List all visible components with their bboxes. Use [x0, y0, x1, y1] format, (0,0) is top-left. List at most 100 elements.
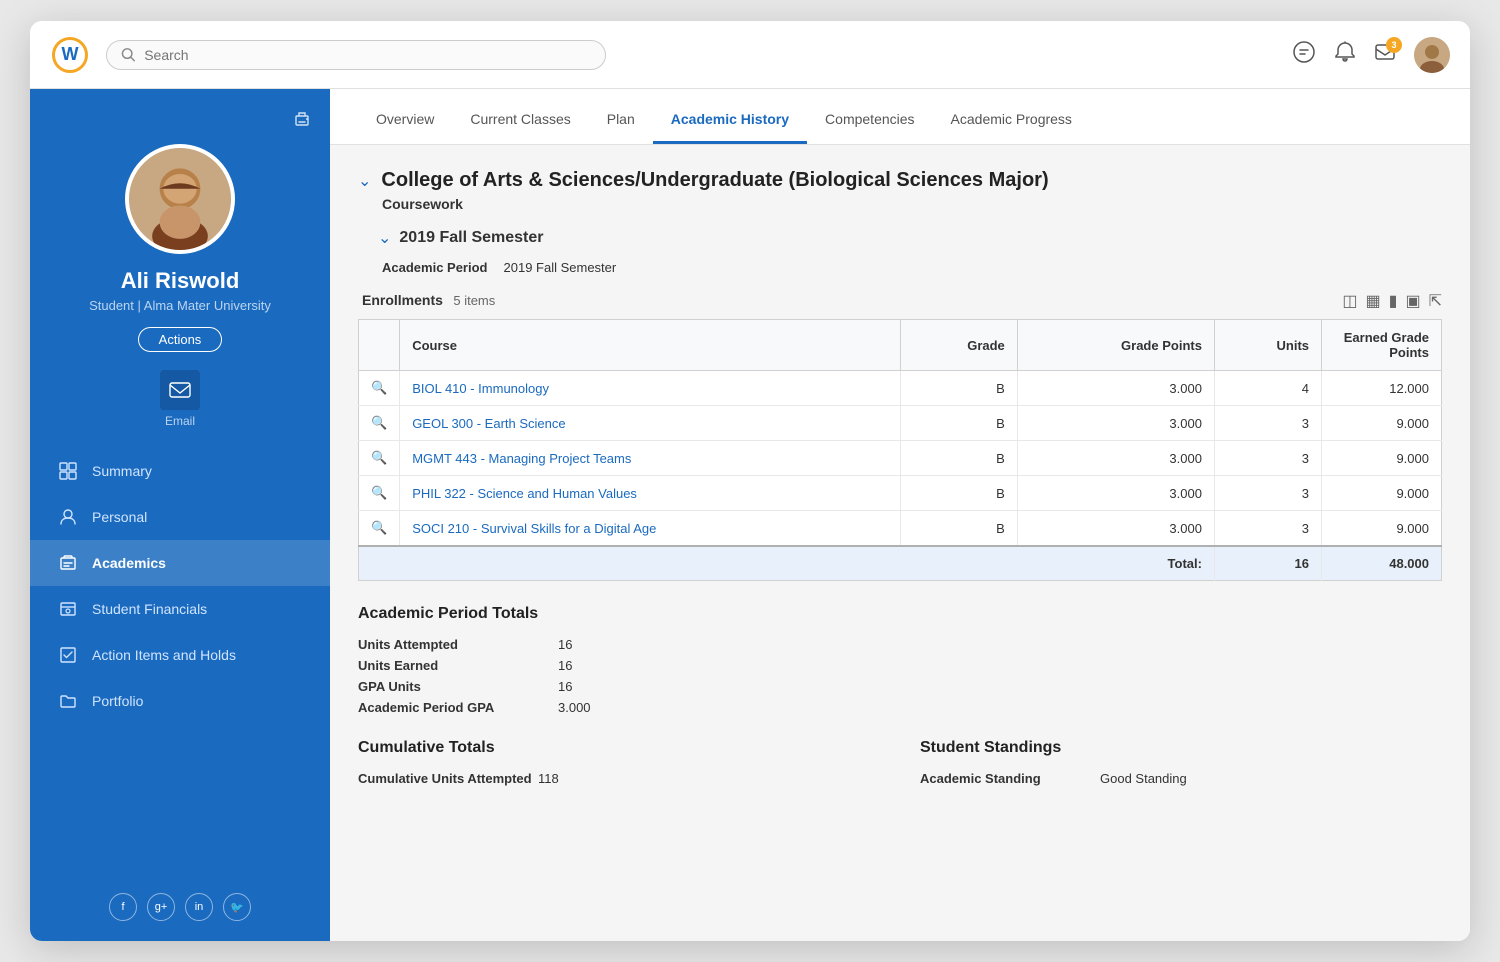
chart-icon[interactable]: ▮ [1389, 291, 1398, 311]
row-search-icon[interactable]: 🔍 [359, 441, 400, 476]
grid-icon [58, 461, 78, 481]
semester-header: ⌄ 2019 Fall Semester [378, 228, 1442, 248]
academics-icon [58, 553, 78, 573]
row-course[interactable]: PHIL 322 - Science and Human Values [400, 476, 901, 511]
enrollments-table: Course Grade Grade Points Units Earned G… [358, 319, 1442, 581]
row-grade: B [901, 441, 1017, 476]
fullscreen-icon[interactable]: ⇱ [1429, 291, 1442, 311]
enrollments-label: Enrollments [362, 292, 443, 308]
chevron-down-icon[interactable]: ⌄ [358, 171, 371, 191]
search-bar[interactable] [106, 40, 606, 70]
enrollments-header: Enrollments 5 items ◫ ▦ ▮ ▣ ⇱ [362, 291, 1442, 311]
cumulative-totals-section: Cumulative Totals Cumulative Units Attem… [358, 739, 880, 786]
th-course: Course [400, 320, 901, 371]
th-search [359, 320, 400, 371]
tab-overview[interactable]: Overview [358, 111, 452, 144]
search-icon [121, 47, 136, 63]
email-icon [160, 370, 200, 410]
row-grade-points: 3.000 [1017, 441, 1214, 476]
tab-academic-progress[interactable]: Academic Progress [933, 111, 1090, 144]
tab-academic-history[interactable]: Academic History [653, 111, 807, 144]
google-plus-icon[interactable]: g+ [147, 893, 175, 921]
sidebar-item-portfolio[interactable]: Portfolio [30, 678, 330, 724]
twitter-icon[interactable]: 🐦 [223, 893, 251, 921]
academic-period-label: Academic Period [382, 260, 488, 275]
row-grade: B [901, 511, 1017, 547]
enrollments-count: 5 items [453, 293, 495, 308]
row-course[interactable]: GEOL 300 - Earth Science [400, 406, 901, 441]
student-standings-section: Student Standings Academic StandingGood … [920, 739, 1442, 786]
sidebar-item-financials-label: Student Financials [92, 601, 207, 617]
chat-button[interactable] [1292, 40, 1316, 69]
total-earned-grade-points: 48.000 [1322, 546, 1442, 581]
row-grade-points: 3.000 [1017, 371, 1214, 406]
row-course[interactable]: SOCI 210 - Survival Skills for a Digital… [400, 511, 901, 547]
body: Ali Riswold Student | Alma Mater Univers… [30, 89, 1470, 941]
linkedin-icon[interactable]: in [185, 893, 213, 921]
search-input[interactable] [144, 47, 591, 63]
row-course[interactable]: BIOL 410 - Immunology [400, 371, 901, 406]
sidebar-item-action-items[interactable]: Action Items and Holds [30, 632, 330, 678]
inbox-button[interactable]: 3 [1374, 41, 1396, 68]
row-units: 4 [1214, 371, 1321, 406]
row-search-icon[interactable]: 🔍 [359, 476, 400, 511]
table-actions: ◫ ▦ ▮ ▣ ⇱ [1342, 291, 1442, 311]
sidebar-footer: f g+ in 🐦 [89, 873, 271, 941]
table-row: 🔍 GEOL 300 - Earth Science B 3.000 3 9.0… [359, 406, 1442, 441]
totals-key: GPA Units [358, 679, 558, 694]
totals-title: Academic Period Totals [358, 605, 1442, 623]
email-button[interactable]: Email [160, 370, 200, 428]
row-search-icon[interactable]: 🔍 [359, 511, 400, 547]
row-grade: B [901, 406, 1017, 441]
sidebar-item-summary[interactable]: Summary [30, 448, 330, 494]
row-units: 3 [1214, 476, 1321, 511]
semester-chevron-icon[interactable]: ⌄ [378, 228, 391, 248]
sidebar-item-summary-label: Summary [92, 463, 152, 479]
print-button[interactable] [292, 109, 312, 134]
row-earned-grade-points: 9.000 [1322, 406, 1442, 441]
person-icon [58, 507, 78, 527]
table-header-row: Course Grade Grade Points Units Earned G… [359, 320, 1442, 371]
row-grade-points: 3.000 [1017, 476, 1214, 511]
row-course[interactable]: MGMT 443 - Managing Project Teams [400, 441, 901, 476]
coursework-label: Coursework [382, 196, 1442, 212]
sidebar-item-action-items-label: Action Items and Holds [92, 647, 236, 663]
row-units: 3 [1214, 406, 1321, 441]
row-earned-grade-points: 9.000 [1322, 441, 1442, 476]
notifications-button[interactable] [1334, 41, 1356, 68]
totals-key: Units Attempted [358, 637, 558, 652]
avatar[interactable] [1414, 37, 1450, 73]
folder-icon [58, 691, 78, 711]
cumulative-grid: Cumulative Units Attempted118 [358, 771, 880, 786]
tab-plan[interactable]: Plan [589, 111, 653, 144]
user-name: Ali Riswold [121, 268, 240, 294]
actions-button[interactable]: Actions [138, 327, 223, 352]
totals-key: Units Earned [358, 658, 558, 673]
columns-icon[interactable]: ◫ [1342, 291, 1357, 311]
content-area: ⌄ College of Arts & Sciences/Undergradua… [330, 145, 1470, 941]
sidebar-item-personal[interactable]: Personal [30, 494, 330, 540]
table-row: 🔍 BIOL 410 - Immunology B 3.000 4 12.000 [359, 371, 1442, 406]
email-label: Email [165, 414, 195, 428]
row-grade: B [901, 476, 1017, 511]
sidebar-item-academics[interactable]: Academics [30, 540, 330, 586]
table-total-row: Total: 16 48.000 [359, 546, 1442, 581]
expand-icon[interactable]: ▣ [1405, 291, 1420, 311]
standing-value: Good Standing [1100, 771, 1442, 786]
row-search-icon[interactable]: 🔍 [359, 406, 400, 441]
tab-current-classes[interactable]: Current Classes [452, 111, 588, 144]
college-title: College of Arts & Sciences/Undergraduate… [381, 169, 1048, 192]
row-search-icon[interactable]: 🔍 [359, 371, 400, 406]
totals-grid: Units Attempted16Units Earned16GPA Units… [358, 637, 1442, 715]
row-grade: B [901, 371, 1017, 406]
filter-icon[interactable]: ▦ [1366, 291, 1381, 311]
sidebar-item-student-financials[interactable]: Student Financials [30, 586, 330, 632]
totals-value: 16 [558, 637, 638, 652]
inbox-badge: 3 [1386, 37, 1402, 53]
academic-period-row: Academic Period 2019 Fall Semester [382, 260, 1442, 275]
sidebar-item-academics-label: Academics [92, 555, 166, 571]
tab-competencies[interactable]: Competencies [807, 111, 933, 144]
sidebar-item-personal-label: Personal [92, 509, 147, 525]
nav-menu: Summary Personal Academics [30, 448, 330, 724]
facebook-icon[interactable]: f [109, 893, 137, 921]
